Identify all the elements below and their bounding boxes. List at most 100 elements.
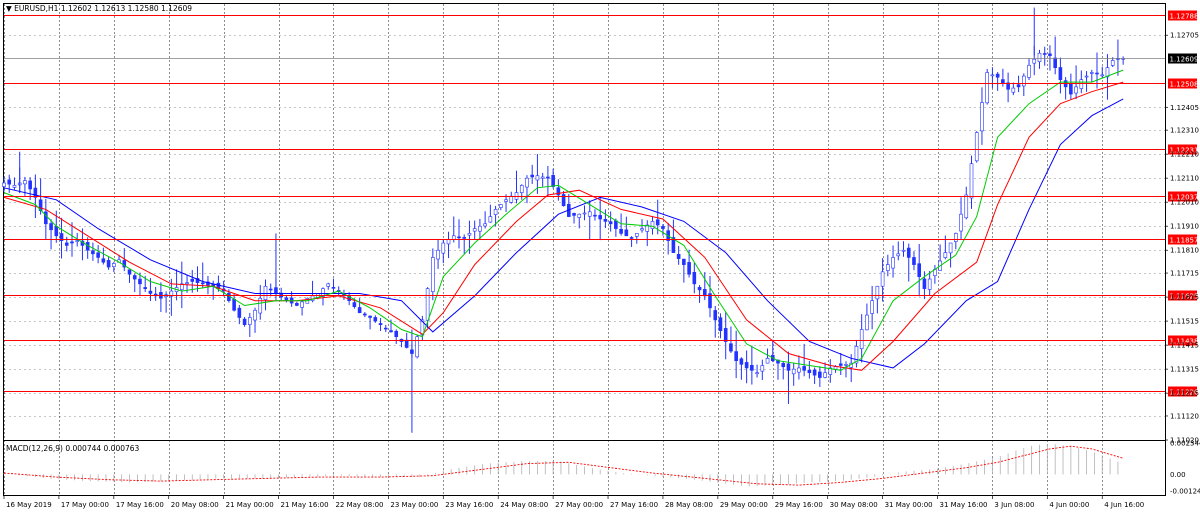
candle-body (755, 372, 759, 375)
candle-body (540, 176, 545, 179)
candle-body (519, 185, 524, 193)
candle-body (23, 180, 27, 185)
macd-values: 0.000744 0.000763 (65, 444, 140, 453)
eurusd-chart[interactable]: 1.127881.125081.122311.120371.118571.116… (0, 0, 1200, 523)
candle-body (980, 102, 984, 132)
candle-body (378, 323, 383, 325)
time-axis-label: 4 Jun 16:00 (1104, 501, 1144, 509)
candle-body (394, 330, 399, 338)
candle-body (634, 233, 639, 237)
candle-body (132, 275, 137, 280)
candle-body (190, 278, 195, 282)
price-axis-label: 1.12705 (1170, 32, 1199, 40)
time-axis-label: 21 May 16:00 (281, 501, 329, 509)
candle-body (300, 301, 304, 308)
candle-body (237, 307, 242, 318)
candle-body (357, 307, 362, 313)
candle-body (823, 372, 827, 378)
candle-body (28, 180, 32, 190)
candle-body (1110, 60, 1115, 66)
candle-body (682, 258, 686, 265)
candle-body (425, 288, 430, 321)
candle-body (865, 314, 869, 331)
candle-body (373, 317, 378, 322)
candle-body (587, 211, 592, 217)
price-axis-label: 1.12210 (1170, 151, 1199, 159)
candle-body (200, 282, 205, 285)
candle-body (247, 317, 252, 325)
price-axis-label: 1.11810 (1170, 247, 1199, 255)
candle-body (1053, 57, 1057, 68)
candle-body (891, 257, 895, 269)
candle-body (739, 358, 744, 365)
candle-body (964, 194, 969, 219)
time-axis-label: 31 May 16:00 (940, 501, 988, 509)
candle-body (457, 236, 461, 239)
candle-body (368, 315, 372, 318)
candle-body (530, 174, 535, 178)
candle-body (1069, 83, 1073, 95)
candle-body (1084, 75, 1089, 78)
candle-body (1032, 58, 1037, 64)
chart-header: ▼ EURUSD,H1 1.12602 1.12613 1.12580 1.12… (6, 4, 192, 13)
candle-body (525, 177, 529, 188)
candle-body (718, 317, 723, 331)
candle-body (509, 195, 514, 203)
candle-body (838, 363, 843, 366)
candle-body (619, 229, 623, 234)
candle-body (493, 209, 498, 215)
candle-body (598, 215, 602, 220)
price-axis-label: 1.12010 (1170, 199, 1199, 207)
candle-body (802, 366, 806, 371)
price-axis-label: 1.12405 (1170, 104, 1199, 112)
candle-body (870, 300, 874, 314)
candle-body (1011, 87, 1016, 93)
time-axis-label: 23 May 00:00 (390, 501, 438, 509)
candle-body (765, 358, 770, 364)
candle-body (948, 242, 953, 254)
candle-body (462, 237, 467, 239)
candle-body (880, 271, 885, 287)
candle-body (1100, 74, 1105, 77)
candle-body (326, 283, 331, 287)
candle-body (723, 328, 728, 342)
candle-body (295, 302, 299, 306)
candle-body (404, 339, 409, 348)
candle-body (363, 313, 367, 316)
candle-body (112, 263, 116, 267)
candle-body (661, 226, 665, 229)
candle-body (436, 249, 440, 260)
moving-average-mid-line (3, 81, 1124, 371)
candle-body (1058, 67, 1063, 80)
candle-body (7, 179, 12, 185)
candle-body (546, 176, 550, 179)
candle-body (629, 237, 634, 239)
candle-body (676, 253, 681, 259)
time-axis-label: 17 May 16:00 (116, 501, 164, 509)
price-axis-label: 1.11615 (1170, 294, 1199, 302)
candle-body (702, 289, 707, 297)
candle-body (734, 351, 738, 362)
level-tag-label: 1.12508 (1170, 81, 1199, 89)
time-axis-label: 21 May 00:00 (226, 501, 274, 509)
candle-body (101, 258, 106, 263)
moving-average-fast-line (3, 69, 1124, 371)
candle-body (499, 204, 503, 208)
candle-body (488, 216, 493, 223)
candle-body (389, 330, 393, 333)
candle-body (687, 262, 691, 275)
candle-body (922, 278, 927, 289)
candle-body (608, 221, 613, 225)
price-axis-label: 1.11910 (1170, 223, 1199, 231)
candle-body (859, 329, 864, 349)
time-axis-label: 23 May 16:00 (445, 501, 493, 509)
candle-body (75, 240, 80, 242)
candle-body (990, 74, 995, 77)
candle-body (451, 235, 456, 240)
candle-body (582, 212, 587, 215)
time-axis-label: 29 May 16:00 (775, 501, 823, 509)
time-axis-label: 30 May 08:00 (830, 501, 878, 509)
candle-body (1021, 75, 1026, 87)
candle-body (70, 241, 74, 244)
macd-histogram (3, 443, 1119, 487)
